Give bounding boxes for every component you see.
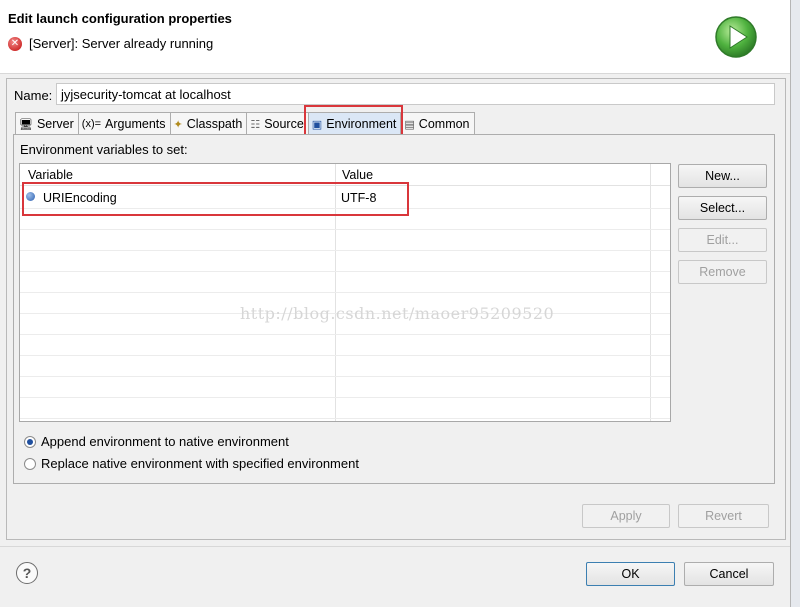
- classpath-icon: ✦: [173, 118, 183, 131]
- variable-name: URIEncoding: [43, 191, 117, 205]
- append-env-radio[interactable]: [24, 435, 36, 448]
- name-field[interactable]: jyjsecurity-tomcat at localhost: [56, 83, 775, 105]
- remove-button[interactable]: Remove: [678, 260, 767, 284]
- table-row-empty: [20, 314, 670, 335]
- revert-button[interactable]: Revert: [678, 504, 769, 528]
- env-vars-table[interactable]: Variable Value URIEncoding UTF-8: [19, 163, 671, 422]
- table-header: Variable Value: [20, 164, 670, 186]
- source-icon: ☷: [250, 118, 261, 131]
- tab-label: Source: [264, 117, 304, 131]
- tab-label: Common: [418, 117, 470, 131]
- cancel-button[interactable]: Cancel: [684, 562, 774, 586]
- tab-server[interactable]: 🖥 Server: [15, 112, 79, 135]
- server-icon: 🖥: [19, 118, 33, 131]
- append-env-option[interactable]: Append environment to native environment: [24, 434, 289, 449]
- table-row-empty: [20, 356, 670, 377]
- append-env-label: Append environment to native environment: [41, 434, 289, 449]
- background-window-edge: [790, 0, 800, 607]
- table-row-empty: [20, 377, 670, 398]
- error-message-row: ✕ [Server]: Server already running: [8, 36, 213, 51]
- table-row-empty: [20, 398, 670, 419]
- table-row-empty: [20, 209, 670, 230]
- table-row-empty: [20, 230, 670, 251]
- column-header-value[interactable]: Value: [342, 168, 373, 182]
- select-button[interactable]: Select...: [678, 196, 767, 220]
- arguments-icon: (x)=: [81, 118, 102, 130]
- edit-button[interactable]: Edit...: [678, 228, 767, 252]
- tab-label: Classpath: [186, 117, 243, 131]
- footer-separator: [0, 546, 790, 547]
- tab-bar: 🖥 Server (x)= Arguments ✦ Classpath ☷ So…: [15, 112, 475, 135]
- env-vars-label: Environment variables to set:: [20, 142, 188, 157]
- replace-env-label: Replace native environment with specifie…: [41, 456, 359, 471]
- replace-env-option[interactable]: Replace native environment with specifie…: [24, 456, 359, 471]
- table-row-empty: [20, 251, 670, 272]
- table-row-empty: [20, 272, 670, 293]
- tab-arguments[interactable]: (x)= Arguments: [77, 112, 171, 135]
- table-row-empty: [20, 335, 670, 356]
- common-icon: ▤: [404, 118, 415, 131]
- variable-icon: [26, 192, 35, 201]
- tab-label: Server: [36, 117, 74, 131]
- tab-common[interactable]: ▤ Common: [400, 112, 475, 135]
- table-row[interactable]: URIEncoding UTF-8: [20, 187, 670, 209]
- run-icon: [715, 16, 757, 58]
- dialog-title: Edit launch configuration properties: [8, 11, 232, 26]
- table-row-empty: [20, 293, 670, 314]
- error-message: [Server]: Server already running: [29, 36, 214, 51]
- tab-label: Environment: [326, 117, 397, 131]
- name-label: Name:: [14, 88, 53, 103]
- variable-value: UTF-8: [341, 191, 377, 205]
- dialog-header: Edit launch configuration properties ✕ […: [0, 0, 790, 74]
- replace-env-radio[interactable]: [24, 457, 36, 470]
- tab-classpath[interactable]: ✦ Classpath: [169, 112, 248, 135]
- apply-button[interactable]: Apply: [582, 504, 670, 528]
- help-icon[interactable]: ?: [16, 562, 38, 584]
- tab-environment[interactable]: ▣ Environment: [307, 112, 402, 135]
- tab-source[interactable]: ☷ Source: [246, 112, 309, 135]
- tab-label: Arguments: [105, 117, 166, 131]
- new-button[interactable]: New...: [678, 164, 767, 188]
- error-icon: ✕: [8, 36, 22, 51]
- column-header-variable[interactable]: Variable: [28, 168, 73, 182]
- environment-icon: ▣: [311, 118, 323, 131]
- ok-button[interactable]: OK: [586, 562, 675, 586]
